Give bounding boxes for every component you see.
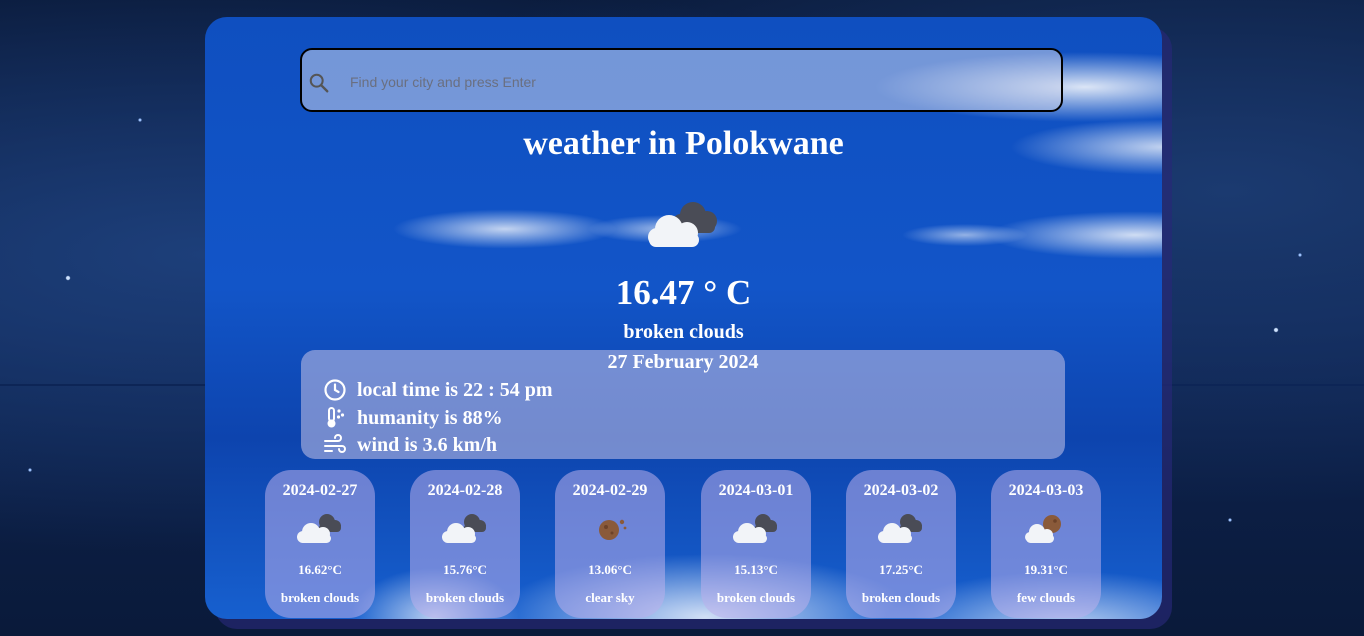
forecast-card: 2024-02-28 15.76°C broken clouds	[410, 470, 520, 618]
wind-text: wind is 3.6 km/h	[357, 433, 498, 456]
forecast-card: 2024-03-03 19.31°C few clouds	[991, 470, 1101, 618]
broken-clouds-icon	[878, 514, 922, 543]
forecast-temp: 17.25°C	[879, 562, 923, 577]
search-input[interactable]	[348, 68, 1052, 96]
forecast-temp: 15.13°C	[734, 562, 778, 577]
current-description: broken clouds	[623, 321, 744, 343]
weather-card: weather in Polokwane 16.47 ° C broken cl…	[205, 17, 1162, 619]
forecast-desc: few clouds	[1016, 590, 1076, 605]
forecast-desc: broken clouds	[280, 590, 360, 605]
few-clouds-night-icon	[1025, 515, 1061, 543]
forecast-card: 2024-02-27 16.62°C broken clouds	[265, 470, 375, 618]
broken-clouds-icon	[297, 514, 341, 543]
forecast-date: 2024-03-01	[718, 482, 794, 499]
humidity-row: humanity is 88%	[323, 405, 503, 431]
forecast-card: 2024-03-02 17.25°C broken clouds	[846, 470, 956, 618]
search-bar[interactable]	[300, 48, 1063, 112]
forecast-desc: broken clouds	[716, 590, 796, 605]
current-temperature: 16.47 ° C	[615, 273, 752, 312]
wind-icon	[324, 434, 346, 453]
broken-clouds-icon	[733, 514, 777, 543]
forecast-temp: 19.31°C	[1024, 562, 1068, 577]
wind-row: wind is 3.6 km/h	[323, 432, 497, 458]
forecast-card: 2024-03-01 15.13°C broken clouds	[701, 470, 811, 618]
details-panel: 27 February 2024 local time is 22 : 54 p…	[301, 350, 1065, 459]
forecast-date: 2024-03-03	[1008, 482, 1084, 499]
forecast-desc: broken clouds	[425, 590, 505, 605]
forecast-temp: 13.06°C	[588, 562, 632, 577]
local-time-row: local time is 22 : 54 pm	[323, 377, 553, 403]
forecast-temp: 16.62°C	[298, 562, 342, 577]
broken-clouds-icon	[442, 514, 486, 543]
search-icon	[309, 73, 329, 93]
clock-icon	[324, 379, 346, 401]
forecast-date: 2024-03-02	[863, 482, 939, 499]
thermometer-humidity-icon	[327, 407, 345, 428]
forecast-card: 2024-02-29 13.06°C clear sky	[555, 470, 665, 618]
humidity-text: humanity is 88%	[357, 406, 503, 429]
forecast-desc: broken clouds	[861, 590, 941, 605]
clear-sky-night-icon	[599, 519, 627, 540]
forecast-temp: 15.76°C	[443, 562, 487, 577]
forecast-date: 2024-02-29	[572, 482, 648, 499]
broken-clouds-icon	[648, 202, 717, 247]
current-date: 27 February 2024	[607, 351, 759, 373]
forecast-desc: clear sky	[585, 590, 635, 605]
forecast-date: 2024-02-28	[427, 482, 503, 499]
city-title: weather in Polokwane	[523, 125, 844, 162]
local-time-text: local time is 22 : 54 pm	[357, 378, 553, 401]
forecast-date: 2024-02-27	[282, 482, 358, 499]
